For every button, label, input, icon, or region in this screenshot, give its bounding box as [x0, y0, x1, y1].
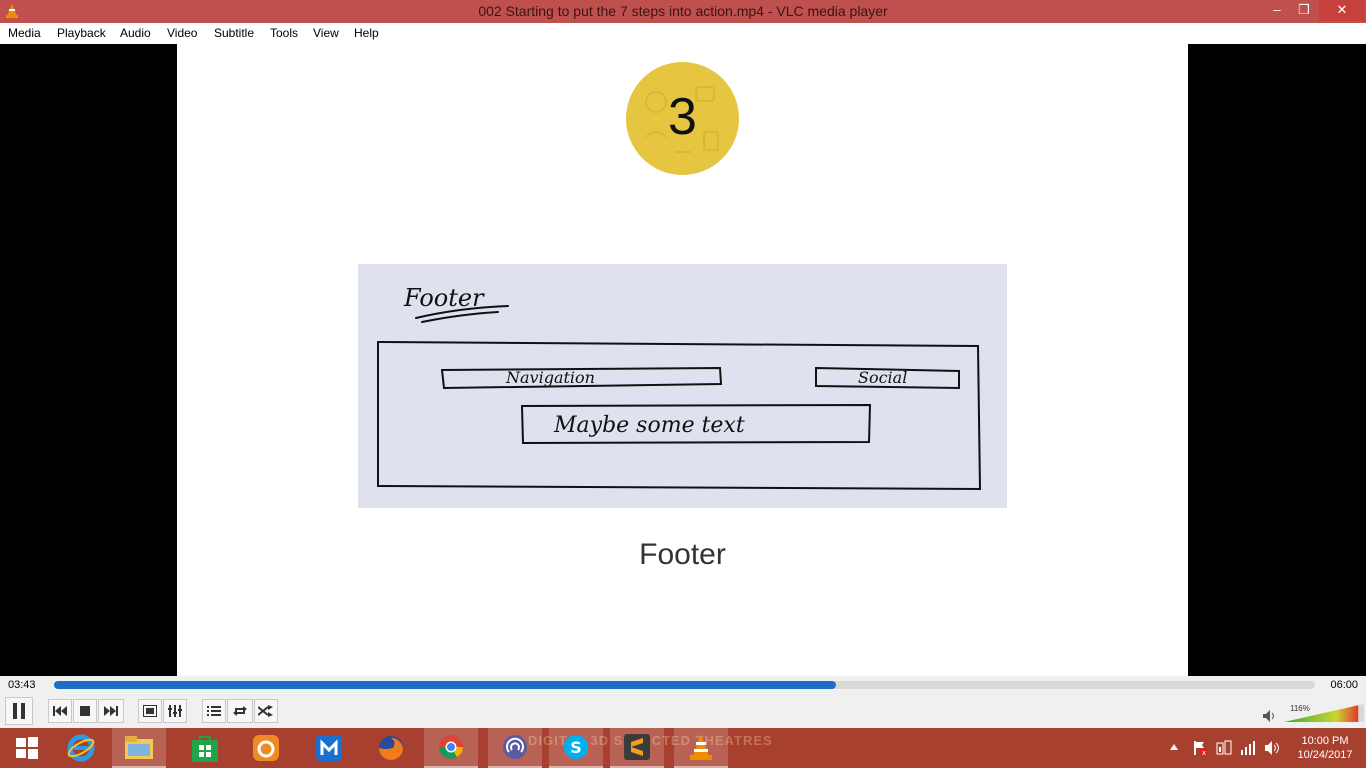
windows-logo-icon	[16, 737, 38, 759]
taskbar-firefox[interactable]	[364, 728, 418, 768]
loop-icon	[233, 706, 247, 716]
taskbar-vlc[interactable]	[674, 728, 728, 768]
taskbar-store[interactable]	[178, 728, 232, 768]
seek-slider[interactable]	[54, 681, 1315, 689]
minimize-button[interactable]: –	[1264, 0, 1290, 21]
taskbar-uc-browser[interactable]	[239, 728, 293, 768]
action-center-flag-icon[interactable]: x	[1192, 740, 1208, 756]
pause-button[interactable]	[5, 697, 33, 725]
menu-tools[interactable]: Tools	[270, 25, 298, 41]
slide-caption: Footer	[639, 538, 726, 571]
next-icon	[104, 706, 118, 716]
sketch-navigation: Navigation	[505, 368, 595, 387]
fullscreen-button[interactable]	[138, 699, 162, 723]
pause-icon	[13, 703, 25, 719]
menu-subtitle[interactable]: Subtitle	[214, 25, 254, 41]
network-icon[interactable]	[1240, 740, 1256, 756]
maximize-button[interactable]: ❐	[1291, 0, 1317, 21]
firefox-icon	[379, 736, 403, 760]
next-button[interactable]	[98, 699, 124, 723]
taskbar-chrome[interactable]	[424, 728, 478, 768]
menu-help[interactable]: Help	[354, 25, 379, 41]
loop-button[interactable]	[227, 699, 253, 723]
taskbar-maxthon[interactable]	[302, 728, 356, 768]
playlist-button[interactable]	[202, 699, 226, 723]
taskbar-file-explorer[interactable]	[112, 728, 166, 768]
power-icon[interactable]	[1216, 740, 1232, 756]
previous-icon	[53, 706, 67, 716]
shuffle-icon	[258, 705, 273, 717]
internet-explorer-icon	[67, 734, 95, 762]
uc-browser-icon	[253, 735, 279, 761]
system-clock[interactable]: 10:00 PM 10/24/2017	[1290, 734, 1360, 762]
tray-expand-icon[interactable]	[1170, 744, 1178, 750]
stop-icon	[80, 706, 90, 716]
svg-text:x: x	[1202, 749, 1206, 756]
video-frame: 3 Footer Navigation Social Maybe some te…	[177, 44, 1188, 676]
menu-bar: Media Playback Audio Video Subtitle Tool…	[0, 23, 1366, 44]
playlist-icon	[207, 706, 221, 716]
shuffle-button[interactable]	[254, 699, 278, 723]
total-time: 06:00	[1330, 679, 1358, 691]
footer-sketch-image: Footer Navigation Social Maybe some text	[358, 264, 1007, 508]
menu-view[interactable]: View	[313, 25, 339, 41]
svg-text:S: S	[570, 738, 582, 757]
clock-date: 10/24/2017	[1297, 749, 1353, 761]
vlc-cone-icon	[690, 734, 712, 760]
title-bar: 002 Starting to put the 7 steps into act…	[0, 0, 1366, 23]
menu-video[interactable]: Video	[167, 25, 197, 41]
previous-button[interactable]	[48, 699, 72, 723]
taskbar-internet-explorer[interactable]	[54, 728, 108, 768]
maxthon-icon	[316, 735, 342, 761]
clock-time: 10:00 PM	[1301, 735, 1349, 747]
sketch-text-box: Maybe some text	[553, 413, 745, 438]
extended-settings-icon	[168, 705, 182, 717]
volume-slider[interactable]	[1284, 704, 1364, 722]
bittorrent-icon	[503, 735, 527, 759]
sketch-heading: Footer	[403, 284, 485, 312]
seek-progress	[54, 681, 836, 689]
sketch-social: Social	[858, 368, 907, 387]
taskbar-sublime-text[interactable]	[610, 728, 664, 768]
taskbar-bittorrent[interactable]	[488, 728, 542, 768]
skype-icon: S	[564, 735, 588, 759]
taskbar-skype[interactable]: S	[549, 728, 603, 768]
stop-button[interactable]	[73, 699, 97, 723]
fullscreen-icon	[143, 705, 157, 717]
close-button[interactable]: ✕	[1319, 0, 1365, 21]
menu-media[interactable]: Media	[8, 25, 41, 41]
menu-audio[interactable]: Audio	[120, 25, 151, 41]
control-bar: 116%	[0, 696, 1366, 728]
menu-playback[interactable]: Playback	[57, 25, 106, 41]
sublime-text-icon	[624, 734, 650, 760]
video-area[interactable]: 3 Footer Navigation Social Maybe some te…	[0, 44, 1366, 676]
elapsed-time: 03:43	[8, 679, 36, 691]
volume-level	[1284, 705, 1359, 722]
volume-tray-icon[interactable]	[1264, 740, 1280, 756]
store-icon	[192, 736, 218, 762]
start-button[interactable]	[0, 728, 54, 768]
chrome-icon	[439, 735, 463, 759]
seek-row: 03:43 06:00	[0, 676, 1366, 696]
window-title: 002 Starting to put the 7 steps into act…	[478, 3, 888, 19]
speaker-icon[interactable]	[1263, 710, 1277, 722]
extended-settings-button[interactable]	[163, 699, 187, 723]
step-number: 3	[668, 88, 697, 146]
folder-icon	[125, 736, 153, 759]
taskbar: DIGITAL 3D SELECTED THEATRES S x 10:00 P…	[0, 728, 1366, 768]
